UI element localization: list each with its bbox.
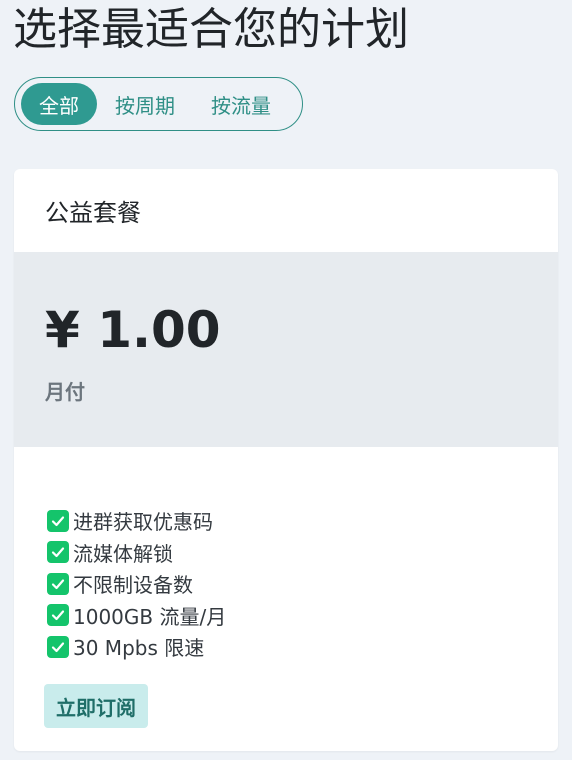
filter-all[interactable]: 全部	[21, 83, 97, 125]
plan-name: 公益套餐	[45, 199, 141, 227]
check-box-icon	[47, 509, 69, 532]
feature-label: 不限制设备数	[73, 573, 193, 598]
check-box-icon	[47, 572, 69, 595]
feature-label: 流媒体解锁	[73, 541, 173, 566]
plan-filter-group: 全部 按周期 按流量	[14, 77, 303, 131]
filter-by-traffic[interactable]: 按流量	[193, 83, 289, 125]
check-box-icon	[47, 541, 69, 564]
plan-period: 月付	[45, 380, 85, 404]
feature-item: 1000GB 流量/月	[47, 600, 226, 632]
check-box-icon	[47, 635, 69, 658]
price-block: ¥ 1.00 月付	[14, 252, 558, 447]
feature-label: 进群获取优惠码	[73, 510, 213, 535]
page-title: 选择最适合您的计划	[13, 4, 409, 55]
feature-label: 1000GB 流量/月	[73, 604, 227, 629]
check-box-icon	[47, 604, 69, 627]
subscribe-button[interactable]: 立即订阅	[44, 684, 148, 728]
feature-item: 进群获取优惠码	[47, 505, 226, 537]
feature-label: 30 Mpbs 限速	[73, 636, 205, 661]
feature-item: 不限制设备数	[47, 568, 226, 600]
feature-item: 30 Mpbs 限速	[47, 631, 226, 663]
filter-by-period[interactable]: 按周期	[97, 83, 193, 125]
feature-item: 流媒体解锁	[47, 537, 226, 569]
feature-list: 进群获取优惠码 流媒体解锁 不限制设备数 1000GB 流量/月 30 Mpbs…	[47, 505, 226, 663]
plan-price: ¥ 1.00	[45, 301, 221, 359]
plan-card: 公益套餐 ¥ 1.00 月付 进群获取优惠码 流媒体解锁 不限制设备数 1000…	[14, 169, 558, 751]
page: 选择最适合您的计划 全部 按周期 按流量 公益套餐 ¥ 1.00 月付 进群获取…	[0, 0, 572, 760]
